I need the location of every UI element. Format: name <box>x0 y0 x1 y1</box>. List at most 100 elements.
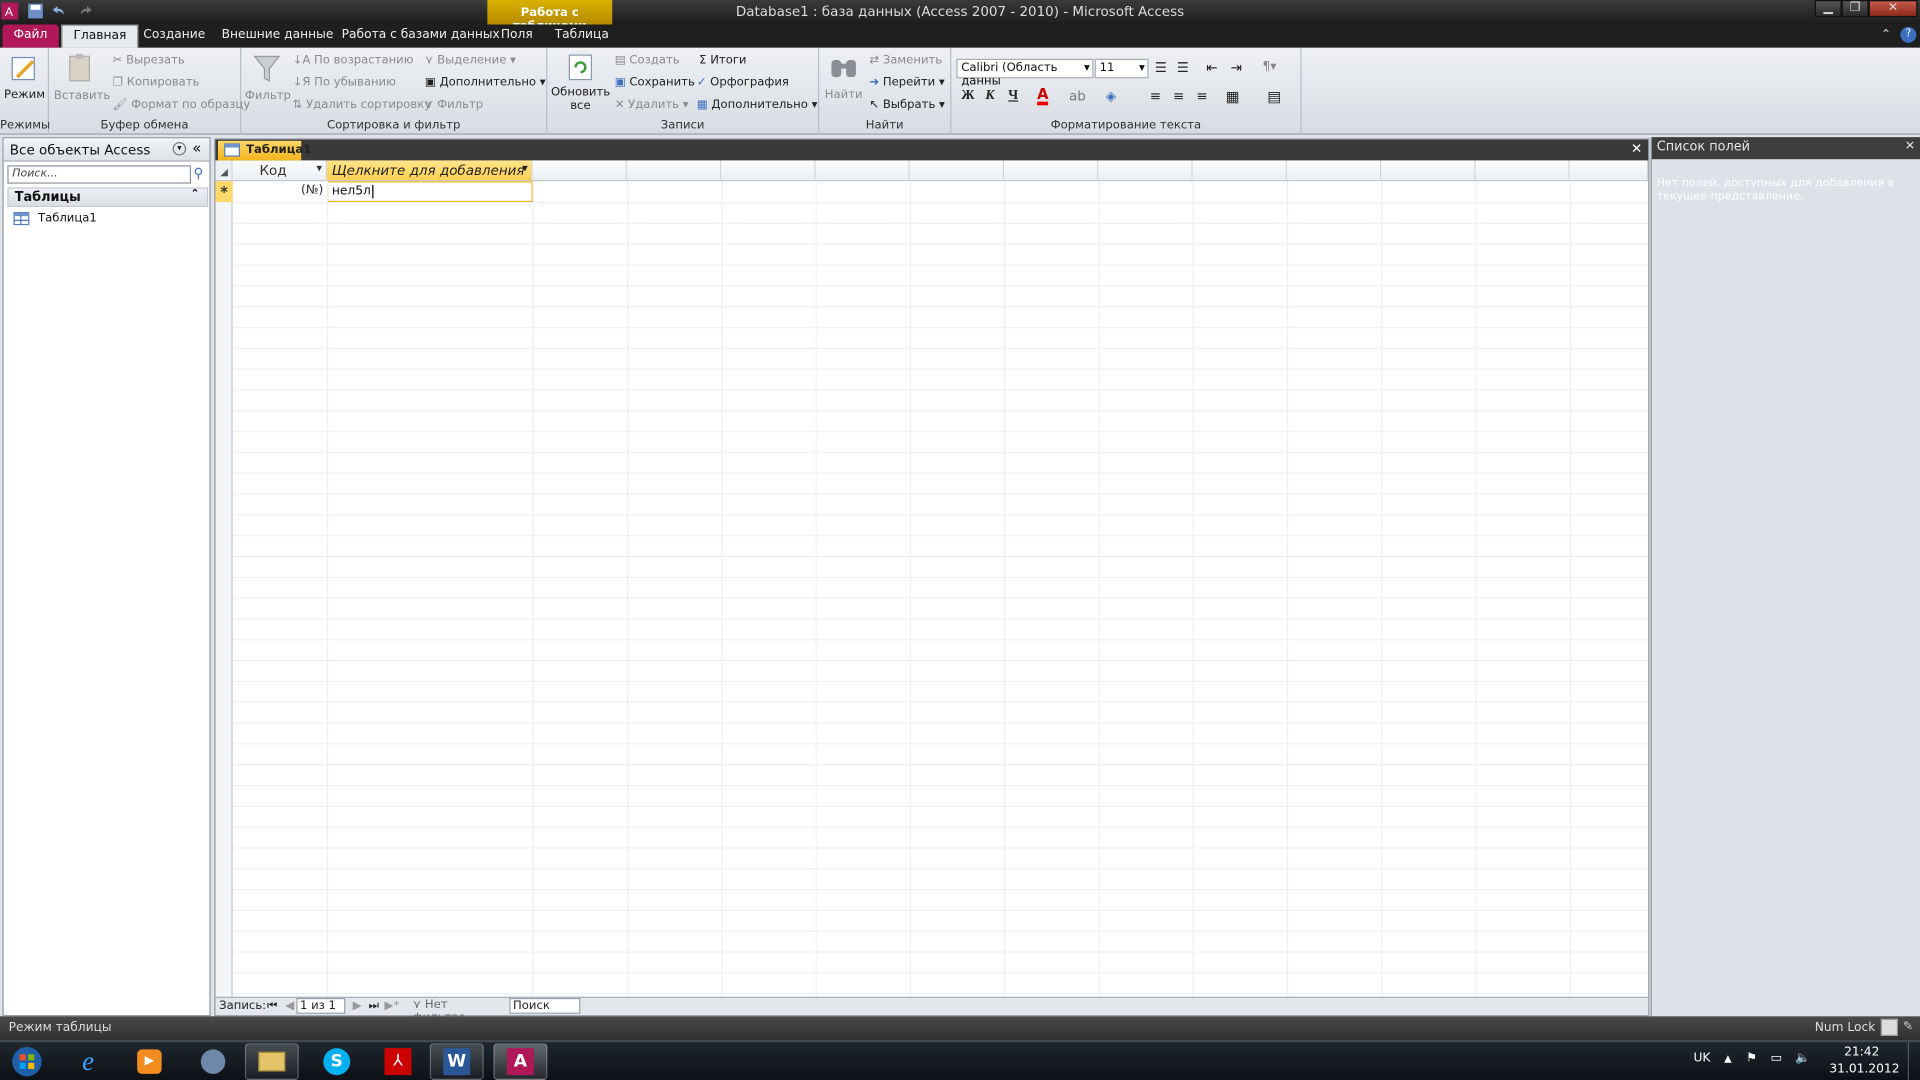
align-right-icon[interactable]: ≡ <box>1196 88 1207 104</box>
increase-indent-icon[interactable]: ⇥ <box>1231 60 1242 76</box>
spelling-button[interactable]: ✓ Орфография <box>697 76 789 89</box>
select-button[interactable]: ↖ Выбрать ▾ <box>869 98 944 111</box>
minimize-button[interactable]: ▁ <box>1814 0 1842 18</box>
bullets-icon[interactable]: ☰ <box>1155 60 1167 76</box>
clock-date[interactable]: 31.01.2012 <box>1829 1063 1899 1076</box>
taskbar-media-player[interactable]: ▶ <box>122 1043 176 1080</box>
new-record-nav-button[interactable]: ▶* <box>384 999 399 1012</box>
cut-button[interactable]: ✂ Вырезать <box>113 54 185 67</box>
sort-descending-button[interactable]: ↓Я По убыванию <box>293 76 396 89</box>
find-button[interactable]: Найти <box>823 53 865 102</box>
font-name-select[interactable]: Calibri (Область данны ▾ <box>956 58 1094 88</box>
filter-button[interactable]: Фильтр <box>245 51 291 103</box>
close-window-button[interactable]: ✕ <box>1868 0 1918 18</box>
chevron-down-icon[interactable]: ▾ <box>172 142 187 156</box>
no-filter-indicator[interactable]: ⋎ Нет фильтра <box>408 998 504 1025</box>
nav-pane-header[interactable]: Все объекты Access ▾ « <box>3 138 210 162</box>
tab-external-data[interactable]: Внешние данные <box>211 24 345 47</box>
editing-cell[interactable]: нел5л <box>326 181 533 203</box>
new-row-marker[interactable]: * <box>215 181 233 203</box>
taskbar-explorer[interactable] <box>244 1043 299 1080</box>
italic-button[interactable]: К <box>981 88 999 106</box>
fill-color-icon[interactable]: ◈ <box>1106 88 1116 104</box>
selection-button[interactable]: ⋎ Выделение ▾ <box>425 54 516 67</box>
taskbar-internet-explorer[interactable]: e <box>61 1043 115 1080</box>
advanced-filter-button[interactable]: ▣ Дополнительно ▾ <box>425 76 546 89</box>
document-tab-table1[interactable]: Таблица1 <box>217 140 311 161</box>
column-dropdown-icon[interactable]: ▾ <box>522 163 528 175</box>
tab-home[interactable]: Главная <box>61 24 139 48</box>
tab-create[interactable]: Создание <box>132 24 216 47</box>
replace-button[interactable]: ⇄ Заменить <box>869 54 942 67</box>
column-dropdown-icon[interactable]: ▾ <box>316 163 322 175</box>
first-record-button[interactable]: ⏮ <box>267 999 277 1012</box>
text-direction-icon[interactable]: ¶▾ <box>1262 60 1276 73</box>
taskbar-access[interactable]: A <box>493 1043 548 1080</box>
taskbar-skype[interactable]: S <box>310 1043 364 1080</box>
select-all-corner[interactable]: ◢ <box>215 160 233 182</box>
font-size-select[interactable]: 11 ▾ <box>1094 58 1149 79</box>
highlight-icon[interactable]: ab <box>1069 88 1086 104</box>
nav-search-input[interactable]: Поиск... <box>7 165 192 184</box>
tab-file[interactable]: Файл <box>2 24 59 48</box>
collapse-ribbon-icon[interactable]: ⌃ <box>1881 28 1891 41</box>
tab-fields[interactable]: Поля <box>490 24 544 47</box>
current-record-input[interactable]: 1 из 1 <box>296 997 346 1014</box>
previous-record-button[interactable]: ◀ <box>285 999 294 1012</box>
column-header-id[interactable]: Код ▾ <box>232 160 327 182</box>
language-indicator[interactable]: UK <box>1693 1052 1710 1065</box>
format-painter-button[interactable]: 🖌 Формат по образцу <box>113 98 251 111</box>
help-icon[interactable]: ? <box>1900 26 1917 43</box>
column-header-add-field[interactable]: Щелкните для добавления ▾ <box>326 160 533 182</box>
refresh-all-button[interactable]: Обновить все <box>551 53 610 113</box>
delete-record-button[interactable]: ✕ Удалить ▾ <box>615 98 689 111</box>
underline-button[interactable]: Ч <box>1004 88 1022 106</box>
new-record-button[interactable]: ▤ Создать <box>615 54 680 67</box>
font-color-icon[interactable]: A <box>1037 87 1049 106</box>
paste-button[interactable]: Вставить <box>54 51 110 103</box>
close-pane-icon[interactable]: ✕ <box>1905 140 1915 153</box>
start-button[interactable] <box>2 1043 51 1080</box>
network-icon[interactable]: ▭ <box>1771 1052 1783 1065</box>
remove-sort-button[interactable]: ⇅ Удалить сортировку <box>293 98 432 111</box>
numbering-icon[interactable]: ☰ <box>1177 60 1189 76</box>
show-hidden-icons[interactable]: ▲ <box>1724 1053 1732 1064</box>
design-view-icon[interactable]: ✎ <box>1903 1020 1913 1033</box>
autonumber-cell[interactable]: (№) <box>233 181 327 202</box>
grid-row-line <box>232 472 1649 474</box>
search-icon[interactable]: ⚲ <box>193 165 203 181</box>
sort-ascending-button[interactable]: ↓A По возрастанию <box>293 54 414 67</box>
more-records-button[interactable]: ▦ Дополнительно ▾ <box>697 98 818 111</box>
decrease-indent-icon[interactable]: ⇤ <box>1206 60 1217 76</box>
last-record-button[interactable]: ⏭ <box>369 999 379 1012</box>
view-mode-button[interactable]: Режим <box>4 53 46 102</box>
gridlines-icon[interactable]: ▦ <box>1226 88 1240 105</box>
copy-button[interactable]: ❐ Копировать <box>113 76 200 89</box>
alternate-row-color-icon[interactable]: ▤ <box>1267 88 1281 105</box>
align-center-icon[interactable]: ≡ <box>1173 88 1184 104</box>
next-record-button[interactable]: ▶ <box>353 999 362 1012</box>
volume-icon[interactable]: 🔈 <box>1795 1052 1810 1065</box>
nav-item-table1[interactable]: Таблица1 <box>13 209 97 226</box>
action-center-icon[interactable]: ⚑ <box>1746 1052 1757 1065</box>
clock-time[interactable]: 21:42 <box>1844 1046 1879 1059</box>
save-record-button[interactable]: ▣ Сохранить <box>615 76 695 89</box>
taskbar-word[interactable]: W <box>429 1043 484 1080</box>
totals-button[interactable]: Σ Итоги <box>699 54 746 67</box>
toggle-filter-button[interactable]: ⋎ Фильтр <box>425 98 483 111</box>
close-document-icon[interactable]: ✕ <box>1631 141 1642 157</box>
goto-button[interactable]: ➜ Перейти ▾ <box>869 76 944 89</box>
align-left-icon[interactable]: ≡ <box>1150 88 1161 104</box>
bold-button[interactable]: Ж <box>959 88 977 106</box>
taskbar-aimp[interactable] <box>186 1043 240 1080</box>
collapse-pane-icon[interactable]: « <box>192 140 201 157</box>
nav-category-tables[interactable]: Таблицы ⌃ <box>7 187 209 207</box>
record-search-input[interactable]: Поиск <box>509 997 581 1014</box>
tab-table[interactable]: Таблица <box>544 24 620 47</box>
taskbar-acrobat[interactable]: ⅄ <box>371 1043 425 1080</box>
collapse-category-icon[interactable]: ⌃ <box>190 189 199 201</box>
datasheet-view-icon[interactable] <box>1880 1018 1898 1036</box>
show-desktop-button[interactable] <box>1907 1042 1920 1080</box>
tab-database-tools[interactable]: Работа с базами данных <box>331 24 511 47</box>
restore-button[interactable]: ❐ <box>1841 0 1869 18</box>
